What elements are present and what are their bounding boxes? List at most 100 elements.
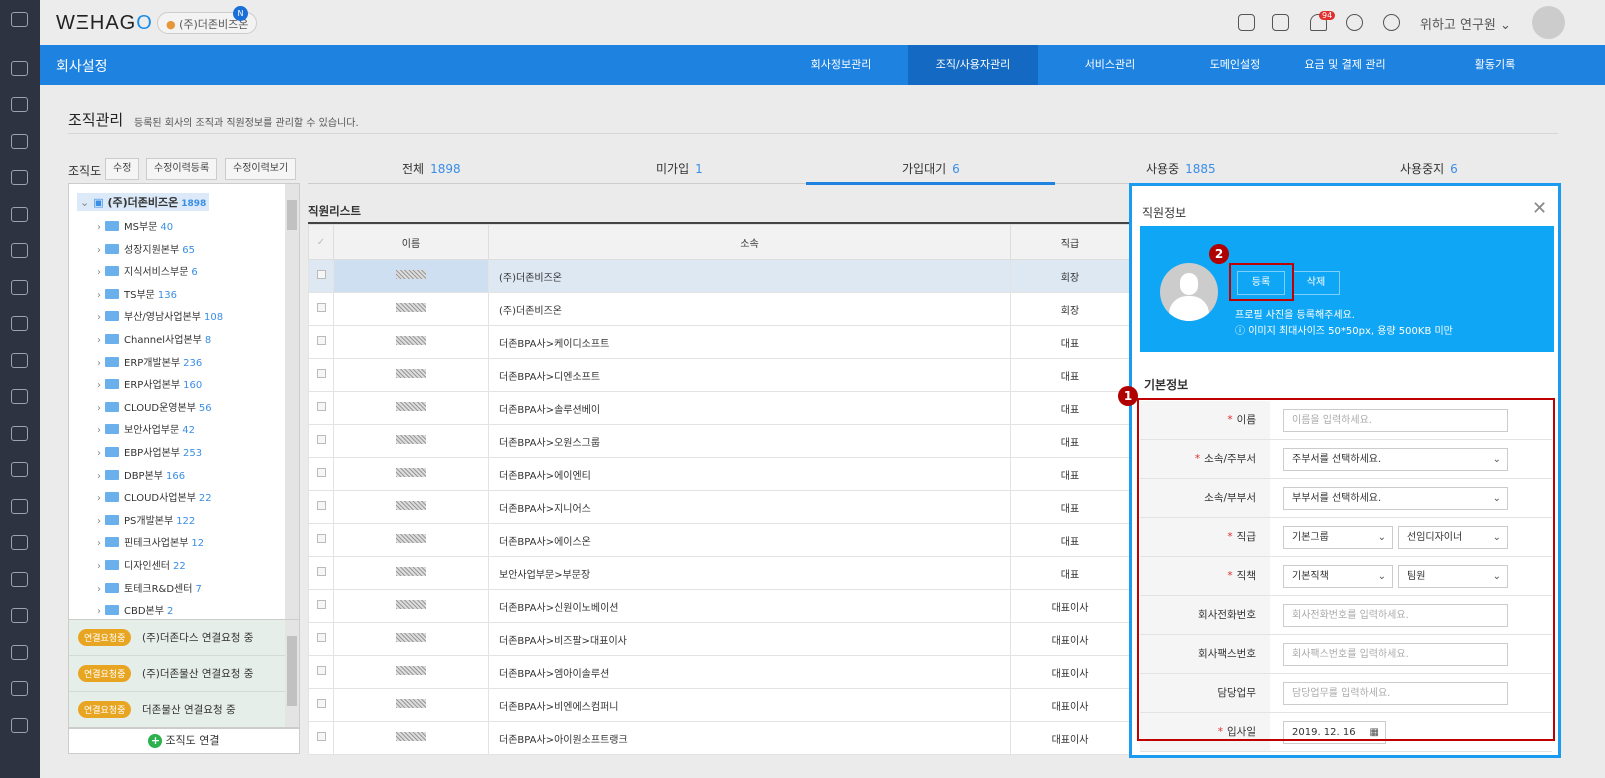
rail-menu-icon[interactable] [11,60,28,76]
tree-item[interactable]: › CLOUD사업본부 22 [97,489,212,504]
chevron-right-icon[interactable]: › [97,335,101,346]
table-row[interactable]: 더존BPA사>비엔에스컴퍼니 대표이사 [308,688,1130,722]
tree-item[interactable]: › 보안사업부문 42 [97,421,195,436]
rail-menu-icon[interactable] [11,97,28,112]
chevron-right-icon[interactable]: › [97,606,101,617]
row-checkbox[interactable] [316,369,326,378]
tree-root[interactable]: ⌄ ▣ (주)더존비즈온 1898 [77,193,210,211]
rail-menu-icon[interactable] [11,462,28,477]
tree-item[interactable]: › TS부문 136 [97,286,177,301]
nav-org-users[interactable]: 조직/사용자관리 [908,45,1038,85]
chat-icon[interactable] [1238,14,1255,31]
rail-menu-icon[interactable] [11,608,28,623]
row-checkbox[interactable] [316,534,326,543]
table-row[interactable]: 더존BPA사>비즈팔>대표이사 대표이사 [308,622,1130,656]
rail-menu-icon[interactable] [11,243,28,258]
scroll-thumb[interactable] [287,200,297,230]
row-checkbox[interactable] [316,402,326,411]
pending-text[interactable]: 더존물산 연결요청 중 [142,702,236,717]
rail-menu-icon[interactable] [11,498,28,514]
rail-menu-icon[interactable] [11,425,28,441]
table-row[interactable]: 더존BPA사>케이디소프트 대표 [308,325,1130,359]
row-checkbox[interactable] [316,501,326,510]
rail-menu-icon[interactable] [11,681,28,696]
rail-menu-icon[interactable] [11,170,28,185]
chevron-right-icon[interactable]: › [97,245,101,256]
tree-item[interactable]: › 핀테크사업본부 12 [97,534,204,549]
table-row[interactable]: 더존BPA사>지니어스 대표 [308,490,1130,524]
select-all-checkbox[interactable]: ✓ [308,224,334,260]
tree-item[interactable]: › ERP개발본부 236 [97,354,202,369]
user-menu[interactable]: 위하고 연구원 ⌄ [1420,14,1511,33]
row-checkbox[interactable] [316,336,326,345]
rail-menu-icon[interactable] [11,389,28,404]
tree-scrollbar[interactable] [285,184,299,619]
chevron-right-icon[interactable]: › [97,380,101,391]
row-checkbox[interactable] [316,567,326,576]
tab-3[interactable]: 사용중 1885 [1146,160,1216,177]
tree-item[interactable]: › 지식서비스부문 6 [97,263,198,278]
tree-item[interactable]: › CBD본부 2 [97,602,173,617]
table-row[interactable]: 보안사업부문>부문장 대표 [308,556,1130,590]
tree-item[interactable]: › ERP사업본부 160 [97,376,202,391]
chevron-right-icon[interactable]: › [97,516,101,527]
chevron-right-icon[interactable]: › [97,425,101,436]
tab-0[interactable]: 전체 1898 [402,160,461,177]
table-row[interactable]: 더존BPA사>아이원소프트랭크 대표이사 [308,721,1130,755]
table-row[interactable]: (주)더존비즈온 회장 [308,259,1130,293]
help-icon[interactable] [1383,14,1400,31]
rail-menu-icon[interactable] [11,12,28,27]
rail-menu-icon[interactable] [11,644,28,660]
chevron-right-icon[interactable]: › [97,403,101,414]
tree-item[interactable]: › 성장지원본부 65 [97,241,195,256]
nav-billing[interactable]: 요금 및 결제 관리 [1280,45,1410,85]
tree-item[interactable]: › PS개발본부 122 [97,512,195,527]
nav-services[interactable]: 서비스관리 [1045,45,1175,85]
tree-item[interactable]: › Channel사업본부 8 [97,331,211,346]
tree-item[interactable]: › 토테크R&D센터 7 [97,580,202,595]
table-row[interactable]: 더존BPA사>오원스그룹 대표 [308,424,1130,458]
table-row[interactable]: 더존BPA사>신원이노베이션 대표이사 [308,589,1130,623]
delete-photo-button[interactable]: 삭제 [1292,271,1340,295]
pending-text[interactable]: (주)더존물산 연결요청 중 [142,666,253,681]
rail-menu-icon[interactable] [11,316,28,331]
chevron-right-icon[interactable]: › [97,448,101,459]
tree-item[interactable]: › CLOUD운영본부 56 [97,399,212,414]
rail-menu-icon[interactable] [11,571,28,587]
tree-item[interactable]: › EBP사업본부 253 [97,444,202,459]
tree-item[interactable]: › 디자인센터 22 [97,557,186,572]
edit-button[interactable]: 수정 [105,158,140,180]
col-dept[interactable]: 소속 [488,224,1011,260]
chevron-right-icon[interactable]: › [97,538,101,549]
chevron-right-icon[interactable]: › [97,312,101,323]
chevron-right-icon[interactable]: › [97,267,101,278]
row-checkbox[interactable] [316,468,326,477]
table-row[interactable]: 더존BPA사>솔루션베이 대표 [308,391,1130,425]
connect-org-button[interactable]: + 조직도 연결 [68,728,300,754]
chevron-right-icon[interactable]: › [97,493,101,504]
tree-item[interactable]: › 부산/영남사업본부 108 [97,308,223,323]
tab-1[interactable]: 미가입 1 [656,160,703,177]
row-checkbox[interactable] [316,303,326,312]
rail-menu-icon[interactable] [11,352,28,368]
col-rank[interactable]: 직급 [1010,224,1130,260]
table-row[interactable]: 더존BPA사>디엔소프트 대표 [308,358,1130,392]
chevron-right-icon[interactable]: › [97,471,101,482]
table-row[interactable]: (주)더존비즈온 회장 [308,292,1130,326]
col-name[interactable]: 이름 [333,224,489,260]
view-history-button[interactable]: 수정이력보기 [225,158,297,180]
register-history-button[interactable]: 수정이력등록 [146,158,218,180]
row-checkbox[interactable] [316,732,326,741]
wehago-logo[interactable]: WΞHAGO [56,12,153,35]
row-checkbox[interactable] [316,270,326,279]
row-checkbox[interactable] [316,600,326,609]
rail-menu-icon[interactable] [11,717,28,733]
chevron-right-icon[interactable]: › [97,358,101,369]
row-checkbox[interactable] [316,435,326,444]
close-icon[interactable]: ✕ [1532,198,1547,219]
nav-company-info[interactable]: 회사정보관리 [776,45,906,85]
rail-menu-icon[interactable] [11,279,28,295]
chevron-right-icon[interactable]: › [97,561,101,572]
avatar[interactable] [1532,6,1565,39]
point-icon[interactable] [1346,14,1363,31]
